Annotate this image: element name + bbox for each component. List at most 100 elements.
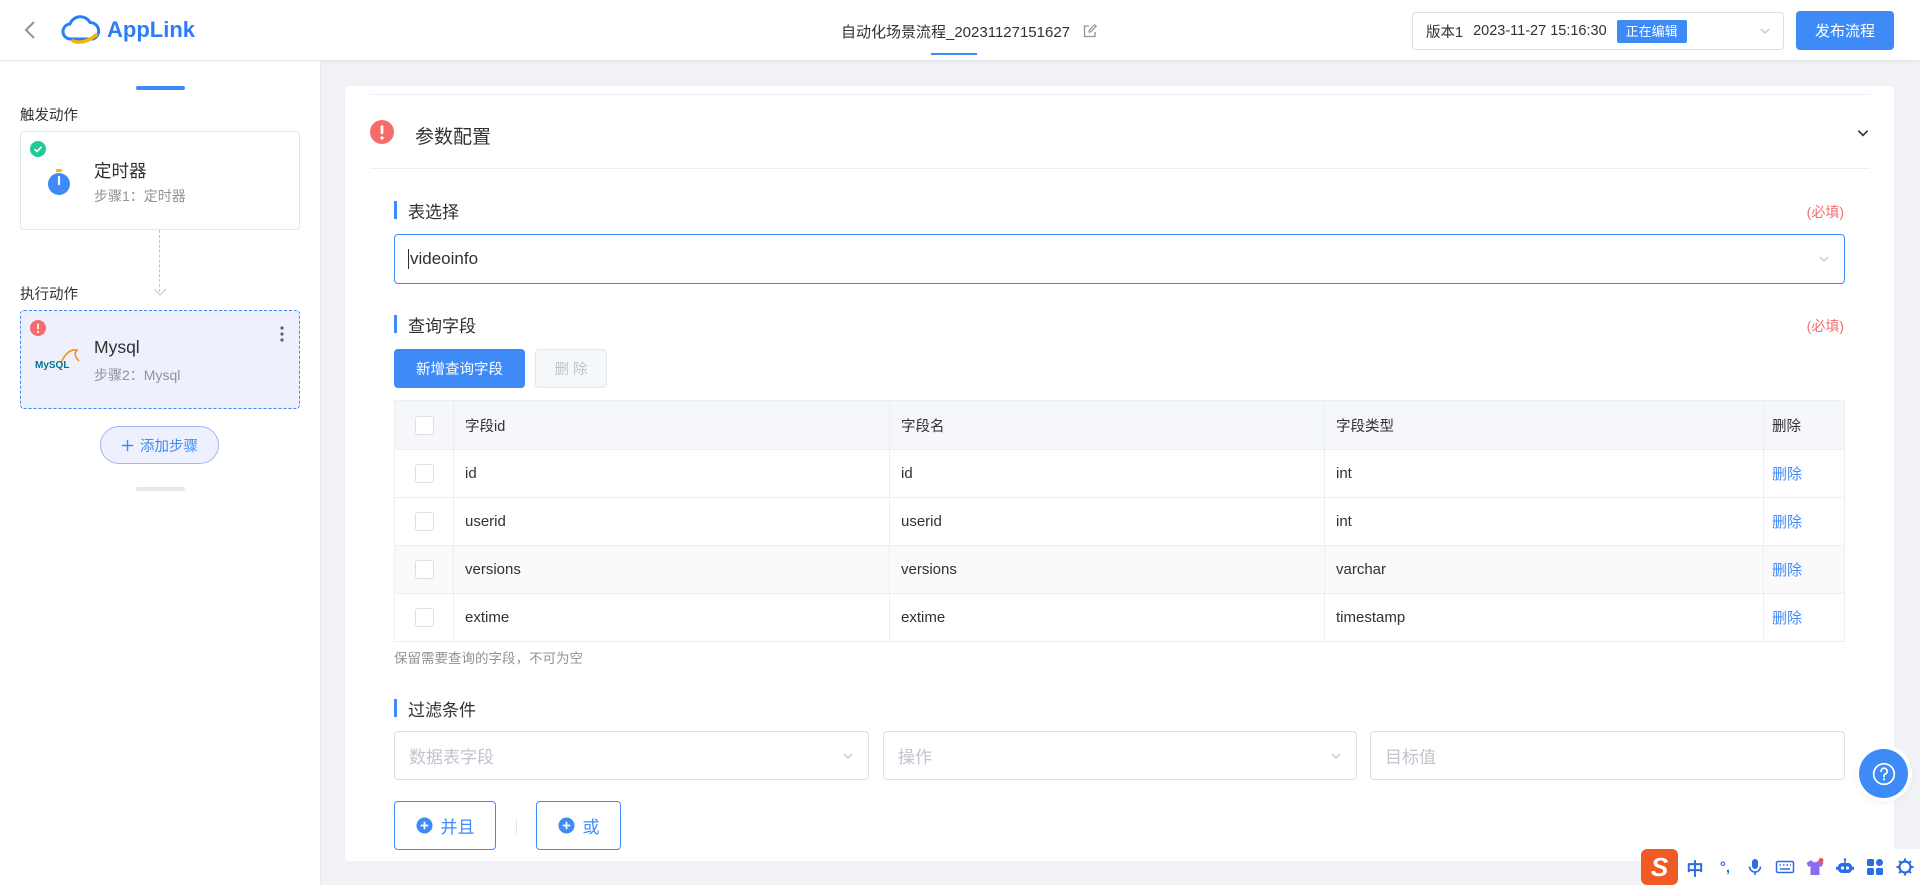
delete-selected-button[interactable]: 删 除 <box>535 349 607 388</box>
scroll-indicator-bottom <box>136 487 185 491</box>
mysql-logo-icon: MySQL <box>35 345 83 375</box>
column-header-field-id: 字段id <box>454 401 890 449</box>
checkbox-cell <box>395 450 454 497</box>
error-icon <box>370 120 394 144</box>
cell-field-name: id <box>890 450 1325 497</box>
cell-delete: 删除 <box>1764 546 1843 593</box>
cell-field-type: int <box>1325 450 1764 497</box>
version-select[interactable]: 版本1 2023-11-27 15:16:30 正在编辑 <box>1412 12 1784 50</box>
help-icon <box>1871 761 1897 787</box>
cell-delete: 删除 <box>1764 594 1843 641</box>
step-subtitle: 步骤2：Mysql <box>94 367 181 383</box>
step-name: 定时器 <box>94 161 147 181</box>
cell-field-id: userid <box>454 498 890 545</box>
add-query-field-button[interactable]: 新增查询字段 <box>394 349 525 388</box>
chevron-down-icon <box>153 288 167 297</box>
table-row: userid userid int 删除 <box>395 498 1844 546</box>
plus-circle-icon <box>557 817 575 834</box>
step-card-timer[interactable]: 定时器 步骤1：定时器 <box>20 131 300 230</box>
section-title[interactable]: 参数配置 <box>415 122 491 149</box>
checkbox-cell <box>395 546 454 593</box>
field-accent-bar <box>394 699 397 717</box>
required-mark: (必填) <box>1806 204 1844 220</box>
cell-field-id: id <box>454 450 890 497</box>
chevron-left-icon[interactable] <box>19 18 43 42</box>
add-step-label: 添加步骤 <box>140 438 198 455</box>
logic-divider <box>516 818 517 834</box>
column-header-field-name: 字段名 <box>890 401 1325 449</box>
filter-field-placeholder: 数据表字段 <box>409 748 494 767</box>
edit-icon[interactable] <box>1082 23 1098 39</box>
ime-language-toggle[interactable]: 中 <box>1680 849 1710 885</box>
app-logo[interactable]: AppLink <box>60 13 195 47</box>
top-bar: AppLink 自动化场景流程_20231127151627 版本1 2023-… <box>0 0 1920 61</box>
table-select-input[interactable]: videoinfo <box>394 234 1845 284</box>
chevron-down-icon <box>842 750 854 762</box>
row-checkbox[interactable] <box>414 512 434 531</box>
delete-row-link[interactable]: 删除 <box>1772 607 1802 628</box>
section-header-divider <box>370 168 1870 169</box>
select-all-checkbox[interactable] <box>414 415 434 435</box>
filter-heading: 过滤条件 <box>408 701 476 720</box>
delete-row-link[interactable]: 删除 <box>1772 511 1802 532</box>
table-select-heading: 表选择 <box>408 203 459 222</box>
check-circle-icon <box>30 141 46 157</box>
version-datetime: 2023-11-27 15:16:30 <box>1473 23 1607 39</box>
step-connector <box>159 230 160 292</box>
step-name: Mysql <box>94 337 140 357</box>
flow-title: 自动化场景流程_20231127151627 <box>841 21 1098 41</box>
delete-row-link[interactable]: 删除 <box>1772 463 1802 484</box>
cell-field-id: extime <box>454 594 890 641</box>
chevron-down-icon[interactable] <box>1856 126 1870 140</box>
cell-field-type: timestamp <box>1325 594 1764 641</box>
filter-value-input[interactable]: 目标值 <box>1370 731 1845 780</box>
filter-operator-placeholder: 操作 <box>898 748 932 767</box>
add-step-button[interactable]: 添加步骤 <box>100 426 219 464</box>
chevron-down-icon <box>1330 750 1342 762</box>
plus-circle-icon <box>415 817 433 834</box>
query-fields-heading: 查询字段 <box>408 317 476 336</box>
skin-icon[interactable] <box>1800 849 1830 885</box>
microphone-icon[interactable] <box>1740 849 1770 885</box>
error-icon <box>30 320 46 336</box>
filter-field-select[interactable]: 数据表字段 <box>394 731 869 780</box>
publish-flow-button[interactable]: 发布流程 <box>1796 11 1894 50</box>
cell-field-name: extime <box>890 594 1325 641</box>
and-label: 并且 <box>440 818 475 837</box>
row-checkbox[interactable] <box>414 464 434 483</box>
cell-field-name: versions <box>890 546 1325 593</box>
help-button[interactable] <box>1859 749 1908 798</box>
delete-row-link[interactable]: 删除 <box>1772 559 1802 580</box>
step-card-mysql[interactable]: MySQL Mysql 步骤2：Mysql <box>20 310 300 409</box>
chevron-down-icon <box>1759 25 1771 37</box>
row-checkbox[interactable] <box>414 560 434 579</box>
more-vertical-icon[interactable] <box>274 325 290 343</box>
row-checkbox[interactable] <box>414 608 434 627</box>
cell-field-type: int <box>1325 498 1764 545</box>
query-fields-table: 字段id 字段名 字段类型 删除 id id int 删除 userid use… <box>394 400 1845 642</box>
checkbox-cell <box>395 401 454 449</box>
mysql-logo-text: MySQL <box>35 360 70 371</box>
column-header-delete: 删除 <box>1772 418 1801 435</box>
section-divider <box>370 94 1870 95</box>
filter-operator-select[interactable]: 操作 <box>883 731 1357 780</box>
scroll-indicator-top <box>136 86 185 90</box>
cell-field-id: versions <box>454 546 890 593</box>
toolbox-icon[interactable] <box>1860 849 1890 885</box>
version-label: 版本1 <box>1426 24 1464 41</box>
ime-punctuation-toggle[interactable]: °, <box>1710 849 1740 885</box>
plus-icon <box>121 439 134 452</box>
app-logo-text: AppLink <box>107 17 195 42</box>
field-accent-bar <box>394 315 397 333</box>
cell-delete: 删除 <box>1764 498 1843 545</box>
settings-icon[interactable] <box>1890 849 1920 885</box>
add-and-condition-button[interactable]: 并且 <box>394 801 496 850</box>
add-or-condition-button[interactable]: 或 <box>536 801 621 850</box>
keyboard-icon[interactable] <box>1770 849 1800 885</box>
required-mark: (必填) <box>1806 318 1844 334</box>
checkbox-cell <box>395 498 454 545</box>
flow-steps-sidebar: 触发动作 定时器 步骤1：定时器 执行动作 MySQL Mysql 步骤2：My… <box>0 61 321 885</box>
sogou-logo[interactable]: S <box>1641 849 1678 885</box>
column-header-field-type: 字段类型 <box>1325 401 1764 449</box>
robot-icon[interactable] <box>1830 849 1860 885</box>
